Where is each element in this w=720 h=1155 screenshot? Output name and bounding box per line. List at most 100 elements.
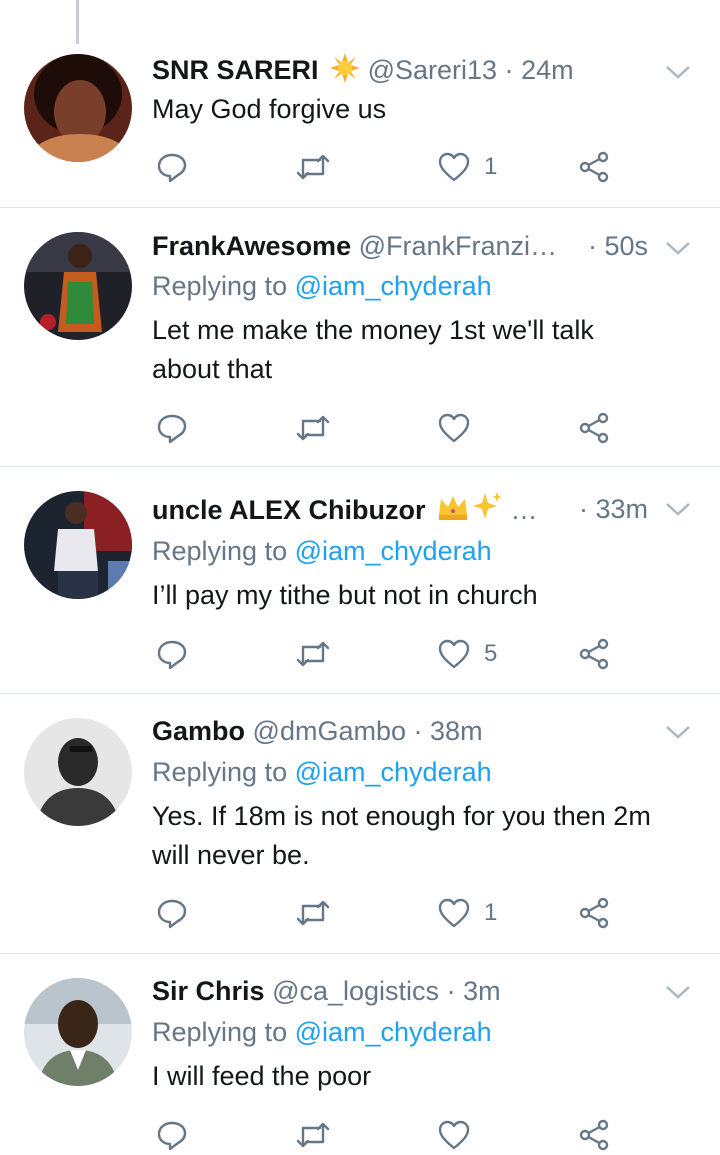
replying-to-label: Replying to: [152, 1017, 288, 1047]
tweet-actions: [152, 1115, 632, 1155]
tweet-feed: SNR SARERI @Sareri13 · 24m May God forgi…: [0, 0, 720, 1151]
timestamp-group[interactable]: · 33m: [579, 491, 648, 527]
tweet-actions: [152, 408, 632, 448]
like-count: 1: [484, 899, 498, 926]
replying-to-label: Replying to: [152, 757, 288, 787]
retweet-icon: [296, 415, 330, 441]
avatar[interactable]: [24, 232, 132, 340]
retweet-button[interactable]: [296, 893, 330, 933]
replying-to: Replying to @iam_chyderah: [152, 533, 492, 569]
timestamp[interactable]: 38m: [430, 716, 483, 746]
share-icon: [579, 638, 609, 670]
chevron-down-icon[interactable]: [664, 982, 692, 1002]
mention-link[interactable]: @iam_chyderah: [295, 536, 492, 566]
like-button[interactable]: 1: [438, 147, 497, 187]
avatar[interactable]: [24, 718, 132, 826]
reply-icon: [157, 414, 187, 444]
tweet-text: Let me make the money 1st we'll talk abo…: [152, 315, 594, 384]
heart-icon: [438, 898, 470, 928]
user-handle[interactable]: @ca_logistics: [272, 976, 439, 1006]
replying-to: Replying to @iam_chyderah: [152, 268, 492, 304]
replying-to-label: Replying to: [152, 536, 288, 566]
separator-dot: ·: [587, 231, 597, 261]
tweet-item[interactable]: Gambo @dmGambo · 38m Replying to @iam_ch…: [0, 694, 720, 954]
chevron-down-icon[interactable]: [664, 722, 692, 742]
tweet-actions: 5: [152, 634, 632, 674]
display-name[interactable]: uncle ALEX Chibuzor: [152, 495, 426, 525]
share-icon: [579, 412, 609, 444]
heart-icon: [438, 413, 470, 443]
chevron-down-icon[interactable]: [664, 62, 692, 82]
tweet-item[interactable]: uncle ALEX Chibuzor … · 33m Replying to …: [0, 467, 720, 694]
retweet-icon: [296, 1122, 330, 1148]
replying-to: Replying to @iam_chyderah: [152, 1014, 492, 1050]
share-icon: [579, 897, 609, 929]
reply-button[interactable]: [156, 1115, 188, 1155]
tweet-item[interactable]: FrankAwesome @FrankFranzi… · 50s Replyin…: [0, 208, 720, 467]
share-button[interactable]: [578, 408, 610, 448]
user-handle[interactable]: @FrankFranzi…: [359, 231, 557, 261]
like-button[interactable]: 5: [438, 634, 497, 674]
reply-icon: [157, 153, 187, 183]
tweet-text: Yes. If 18m is not enough for you then 2…: [152, 801, 651, 870]
like-button[interactable]: [438, 1115, 484, 1155]
like-button[interactable]: [438, 408, 484, 448]
separator-dot: ·: [504, 55, 514, 85]
user-handle[interactable]: …: [511, 495, 538, 525]
tweet-text: I’ll pay my tithe but not in church: [152, 580, 538, 610]
retweet-button[interactable]: [296, 408, 330, 448]
share-button[interactable]: [578, 634, 610, 674]
separator-dot: ·: [446, 976, 456, 1006]
retweet-button[interactable]: [296, 1115, 330, 1155]
reply-icon: [157, 1121, 187, 1151]
tweet-header: uncle ALEX Chibuzor …: [152, 491, 550, 527]
tweet-actions: 1: [152, 893, 632, 933]
display-name[interactable]: SNR SARERI: [152, 55, 319, 85]
share-icon: [579, 151, 609, 183]
avatar[interactable]: [24, 978, 132, 1086]
share-button[interactable]: [578, 147, 610, 187]
mention-link[interactable]: @iam_chyderah: [295, 1017, 492, 1047]
retweet-icon: [296, 900, 330, 926]
like-button[interactable]: 1: [438, 893, 497, 933]
reply-icon: [157, 899, 187, 929]
share-icon: [579, 1119, 609, 1151]
crown-sparkles-icon: [437, 491, 503, 527]
tweet-actions: 1: [152, 147, 632, 187]
tweet-item[interactable]: SNR SARERI @Sareri13 · 24m May God forgi…: [0, 0, 720, 208]
reply-button[interactable]: [156, 893, 188, 933]
reply-button[interactable]: [156, 147, 188, 187]
mention-link[interactable]: @iam_chyderah: [295, 271, 492, 301]
reply-button[interactable]: [156, 408, 188, 448]
share-button[interactable]: [578, 893, 610, 933]
timestamp[interactable]: 3m: [463, 976, 501, 1006]
chevron-down-icon[interactable]: [664, 499, 692, 519]
replying-to: Replying to @iam_chyderah: [152, 754, 492, 790]
tweet-item[interactable]: Sir Chris @ca_logistics · 3m Replying to…: [0, 954, 720, 1151]
heart-icon: [438, 152, 470, 182]
timestamp-group[interactable]: · 50s: [588, 228, 648, 264]
avatar[interactable]: [24, 54, 132, 162]
like-count: 1: [484, 153, 498, 180]
timestamp[interactable]: 50s: [604, 231, 648, 261]
user-handle[interactable]: @dmGambo: [253, 716, 406, 746]
timestamp[interactable]: 24m: [521, 55, 574, 85]
display-name[interactable]: Gambo: [152, 716, 245, 746]
display-name[interactable]: FrankAwesome: [152, 231, 351, 261]
retweet-button[interactable]: [296, 634, 330, 674]
retweet-button[interactable]: [296, 147, 330, 187]
chevron-down-icon[interactable]: [664, 238, 692, 258]
mention-link[interactable]: @iam_chyderah: [295, 757, 492, 787]
display-name[interactable]: Sir Chris: [152, 976, 265, 1006]
avatar[interactable]: [24, 491, 132, 599]
separator-dot: ·: [578, 494, 588, 524]
share-button[interactable]: [578, 1115, 610, 1155]
heart-icon: [438, 1120, 470, 1150]
tweet-header: Sir Chris @ca_logistics · 3m: [152, 973, 630, 1009]
like-count: 5: [484, 640, 498, 667]
tweet-header: Gambo @dmGambo · 38m: [152, 713, 630, 749]
user-handle[interactable]: @Sareri13: [368, 55, 497, 85]
reply-icon: [157, 640, 187, 670]
timestamp[interactable]: 33m: [595, 494, 648, 524]
reply-button[interactable]: [156, 634, 188, 674]
